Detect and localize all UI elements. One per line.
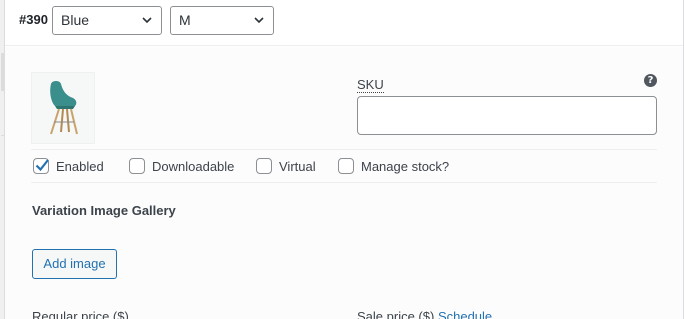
- sku-input[interactable]: [357, 96, 657, 135]
- gutter-divider: [1, 135, 5, 136]
- color-attribute-select[interactable]: Blue: [52, 6, 162, 35]
- sku-label: SKU: [357, 77, 384, 93]
- manage-stock-option[interactable]: Manage stock?: [338, 158, 449, 174]
- manage-stock-checkbox[interactable]: [338, 158, 354, 174]
- sale-price-label: Sale price ($): [357, 309, 435, 319]
- add-image-button[interactable]: Add image: [32, 249, 117, 279]
- sale-price-label-group: Sale price ($) Schedule: [357, 309, 492, 319]
- color-select-value: Blue: [61, 12, 90, 28]
- chair-image: [50, 81, 78, 135]
- enabled-option[interactable]: Enabled: [33, 158, 104, 174]
- gutter-divider: [1, 53, 5, 91]
- size-select-value: M: [179, 12, 191, 28]
- virtual-option[interactable]: Virtual: [256, 158, 316, 174]
- variation-header[interactable]: #390 Blue M: [5, 0, 683, 46]
- chevron-down-icon: [142, 17, 152, 24]
- variation-body: SKU ? Enabled Downloadable Virtual Manag…: [1, 47, 683, 319]
- enabled-checkbox[interactable]: [33, 158, 49, 174]
- downloadable-checkbox[interactable]: [129, 158, 145, 174]
- variation-id: #390: [19, 12, 48, 27]
- variation-image-thumbnail[interactable]: [31, 72, 95, 144]
- virtual-checkbox[interactable]: [256, 158, 272, 174]
- manage-stock-label: Manage stock?: [361, 158, 450, 174]
- regular-price-label: Regular price ($): [32, 309, 129, 319]
- chevron-down-icon: [254, 17, 264, 24]
- enabled-label: Enabled: [56, 158, 104, 174]
- virtual-label: Virtual: [279, 158, 316, 174]
- gallery-title: Variation Image Gallery: [32, 203, 176, 218]
- variation-options: Enabled Downloadable Virtual Manage stoc…: [31, 149, 657, 183]
- checkmark-icon: [35, 159, 49, 172]
- size-attribute-select[interactable]: M: [170, 6, 274, 35]
- downloadable-label: Downloadable: [152, 158, 235, 174]
- help-icon[interactable]: ?: [644, 74, 657, 87]
- variation-panel: #390 Blue M SKU ? Enabled Downloadable V…: [1, 0, 684, 319]
- schedule-link[interactable]: Schedule: [438, 309, 492, 319]
- downloadable-option[interactable]: Downloadable: [129, 158, 234, 174]
